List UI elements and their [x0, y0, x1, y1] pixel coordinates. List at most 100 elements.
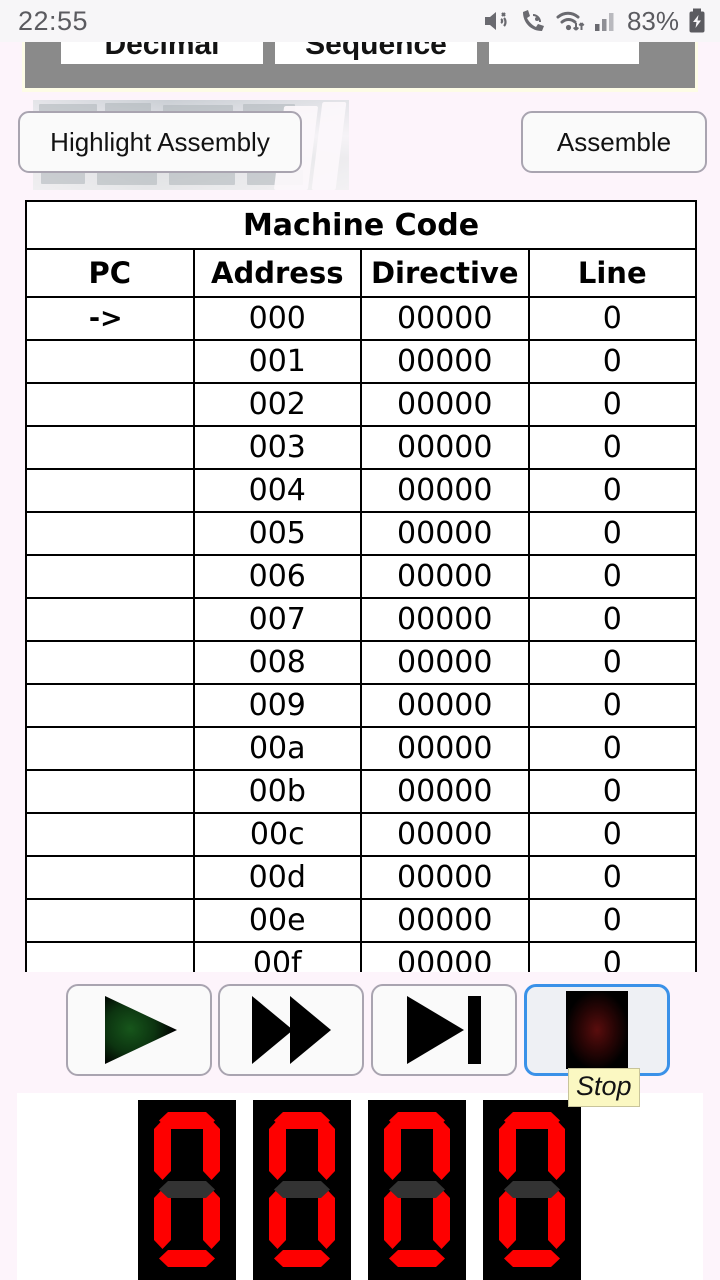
table-row[interactable]: 009 00000 0 [25, 683, 697, 728]
tab-strip: Decimal Sequence [22, 42, 698, 92]
table-row[interactable]: 001 00000 0 [25, 339, 697, 384]
table-row[interactable]: 00d 00000 0 [25, 855, 697, 900]
segment-f [154, 1120, 171, 1180]
table-row[interactable]: 004 00000 0 [25, 468, 697, 513]
tab-sequence-label: Sequence [305, 42, 447, 61]
cell-pc [25, 941, 195, 972]
table-row[interactable]: 003 00000 0 [25, 425, 697, 470]
seven-segment-display-row [138, 1100, 581, 1280]
cell-line: 0 [527, 468, 697, 513]
cell-pc [25, 554, 195, 599]
cell-pc [25, 425, 195, 470]
cell-line: 0 [527, 683, 697, 728]
fast-forward-icon [252, 996, 331, 1064]
cell-pc [25, 769, 195, 814]
cell-directive: 00000 [360, 296, 530, 341]
tab-sequence[interactable]: Sequence [275, 42, 477, 64]
table-row[interactable]: 00a 00000 0 [25, 726, 697, 771]
machine-code-table-body: -> 000 00000 0 001 00000 0 002 00000 0 003 00000 0 00… [25, 296, 697, 972]
cell-address: 003 [192, 425, 362, 470]
cell-line: 0 [527, 382, 697, 427]
cell-directive: 00000 [360, 898, 530, 943]
table-row[interactable]: 00c 00000 0 [25, 812, 697, 857]
cell-pc [25, 640, 195, 685]
fast-forward-button[interactable] [218, 984, 364, 1076]
seven-segment-digit [138, 1100, 236, 1280]
seven-segment-digit [253, 1100, 351, 1280]
segment-c [433, 1189, 450, 1249]
tab-decimal-label: Decimal [104, 42, 220, 61]
cell-line: 0 [527, 726, 697, 771]
battery-charging-icon [688, 8, 706, 34]
cell-address: 000 [192, 296, 362, 341]
cell-line: 0 [527, 769, 697, 814]
cell-pc [25, 812, 195, 857]
segment-b [548, 1120, 565, 1180]
column-header-pc: PC [25, 248, 195, 298]
cell-line: 0 [527, 425, 697, 470]
seven-segment-panel [17, 1093, 703, 1280]
cell-directive: 00000 [360, 855, 530, 900]
table-row[interactable]: 006 00000 0 [25, 554, 697, 599]
segment-g [159, 1181, 215, 1198]
cell-directive: 00000 [360, 597, 530, 642]
cell-directive: 00000 [360, 769, 530, 814]
segment-f [269, 1120, 286, 1180]
status-bar-icons: 83% [483, 6, 706, 37]
cell-pc [25, 511, 195, 556]
mute-vibrate-icon [483, 8, 510, 34]
cell-pc [25, 597, 195, 642]
table-header-row: PC Address Directive Line [25, 248, 697, 298]
cell-directive: 00000 [360, 726, 530, 771]
table-row[interactable]: 008 00000 0 [25, 640, 697, 685]
action-button-row: Highlight Assembly Assemble [0, 96, 720, 196]
cell-line: 0 [527, 339, 697, 384]
cell-line: 0 [527, 511, 697, 556]
cell-address: 00a [192, 726, 362, 771]
segment-c [203, 1189, 220, 1249]
cell-address: 00d [192, 855, 362, 900]
segment-c [318, 1189, 335, 1249]
stop-led-icon [566, 991, 628, 1069]
table-row[interactable]: -> 000 00000 0 [25, 296, 697, 341]
cell-address: 00b [192, 769, 362, 814]
table-row[interactable]: 005 00000 0 [25, 511, 697, 556]
segment-g [389, 1181, 445, 1198]
tab-partial[interactable] [489, 42, 639, 64]
assemble-button[interactable]: Assemble [521, 111, 707, 173]
cell-pc [25, 683, 195, 728]
cell-address: 007 [192, 597, 362, 642]
cell-line: 0 [527, 941, 697, 972]
segment-e [499, 1189, 516, 1249]
cell-address: 005 [192, 511, 362, 556]
table-row[interactable]: 002 00000 0 [25, 382, 697, 427]
tab-decimal[interactable]: Decimal [61, 42, 263, 64]
cell-pc [25, 898, 195, 943]
cell-directive: 00000 [360, 468, 530, 513]
stop-button[interactable] [524, 984, 670, 1076]
segment-e [154, 1189, 171, 1249]
step-end-button[interactable] [371, 984, 517, 1076]
segment-f [384, 1120, 401, 1180]
cell-address: 00f [192, 941, 362, 972]
cell-directive: 00000 [360, 339, 530, 384]
cell-address: 00e [192, 898, 362, 943]
cell-address: 008 [192, 640, 362, 685]
table-row[interactable]: 00f 00000 0 [25, 941, 697, 972]
segment-d [389, 1250, 445, 1267]
cell-directive: 00000 [360, 640, 530, 685]
table-row[interactable]: 007 00000 0 [25, 597, 697, 642]
cell-pc [25, 468, 195, 513]
step-to-end-icon [407, 996, 481, 1064]
seven-segment-digit [368, 1100, 466, 1280]
play-button[interactable] [66, 984, 212, 1076]
segment-b [203, 1120, 220, 1180]
machine-code-table-container[interactable]: Machine Code PC Address Directive Line -… [25, 200, 697, 972]
table-row[interactable]: 00b 00000 0 [25, 769, 697, 814]
table-row[interactable]: 00e 00000 0 [25, 898, 697, 943]
cell-directive: 00000 [360, 511, 530, 556]
cell-address: 009 [192, 683, 362, 728]
highlight-assembly-button[interactable]: Highlight Assembly [18, 111, 302, 173]
table-title: Machine Code [25, 200, 697, 250]
cell-line: 0 [527, 597, 697, 642]
